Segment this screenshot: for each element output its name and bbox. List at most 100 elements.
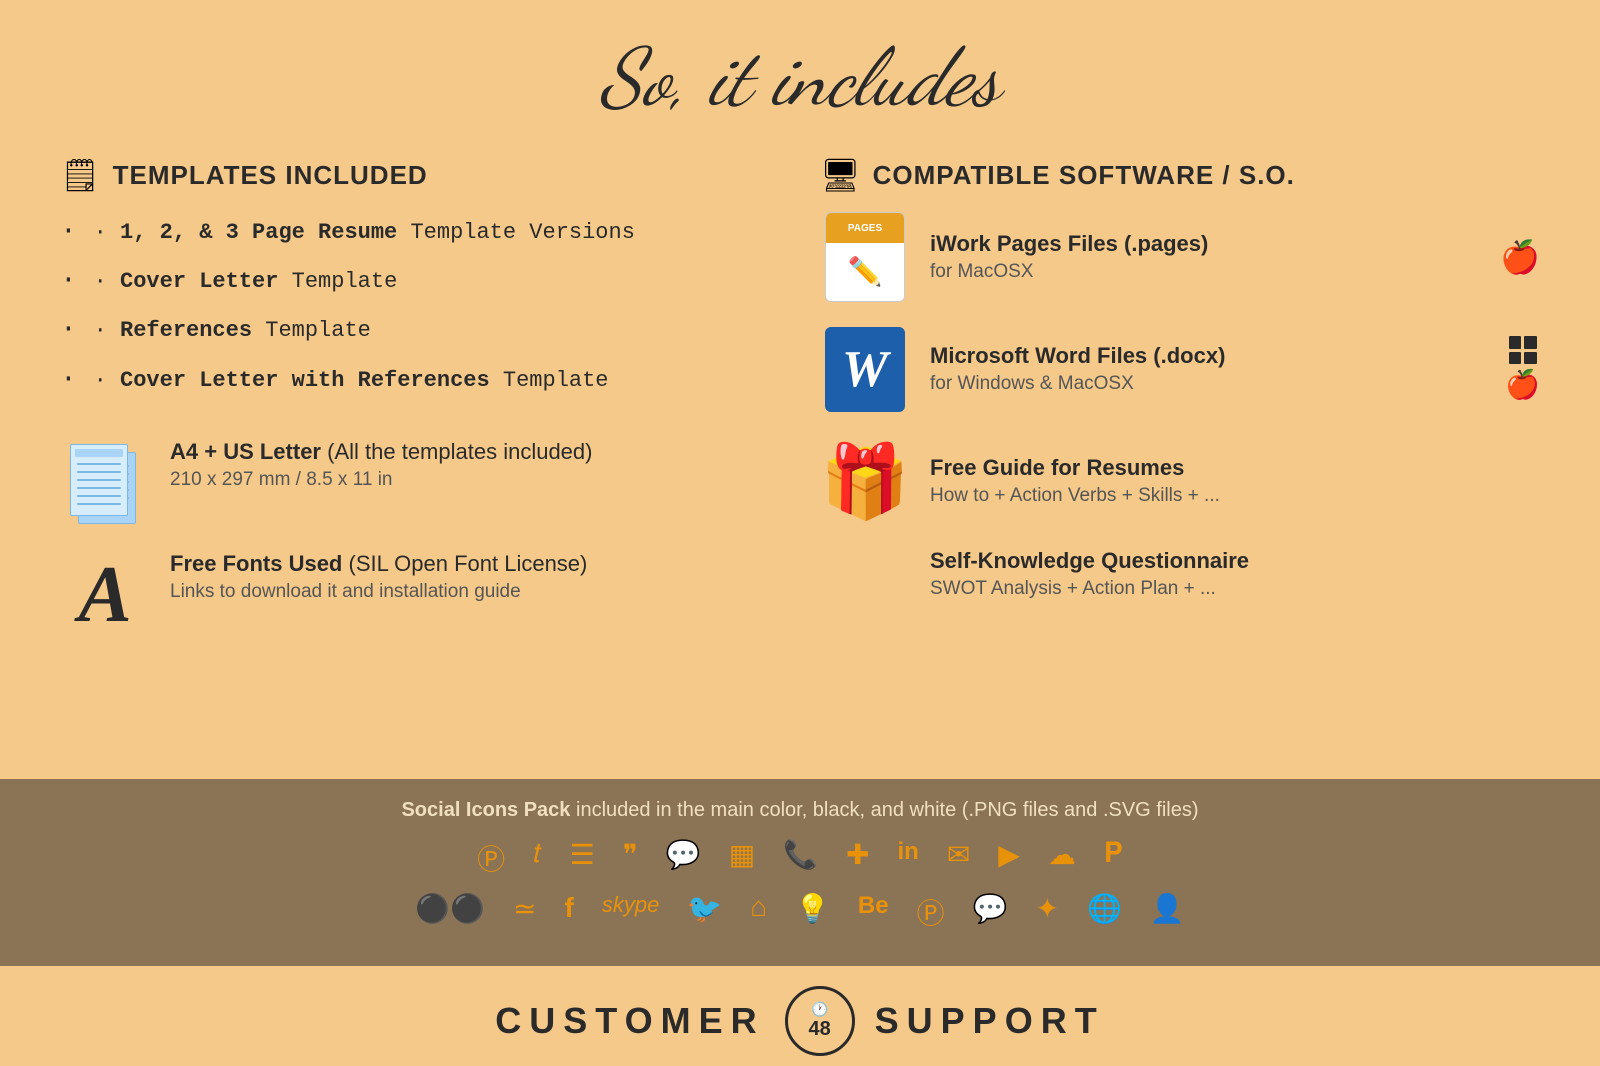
social-icon-chat: 💬 [666,838,701,878]
guide-icon-box: 🎁 [820,436,910,526]
social-icon-bulb: 💡 [795,892,830,932]
guide-item: 🎁 Free Guide for Resumes How to + Action… [820,436,1540,526]
social-icon-twitter: 🐦 [687,892,722,932]
right-column: 🖥 COMPATIBLE SOFTWARE / S.O. PAGES ✏️ iW… [820,156,1540,779]
list-item: · References Template [60,310,780,349]
footer-badge-num: 48 [809,1018,831,1041]
social-icon-pinterest2: 𝐏 [1104,838,1123,878]
left-column: 🗒 TEMPLATES INCLUDED · 1, 2, & 3 Page Re… [60,156,780,779]
win-q2 [1524,336,1537,349]
selfknowledge-desc: SWOT Analysis + Action Plan + ... [930,578,1540,600]
pages-stack [70,444,140,524]
social-icon-phone: 📞 [783,838,818,878]
page-front [70,444,128,516]
iwork-os-icons: 🍎 [1500,238,1540,276]
templates-section-header: 🗒 TEMPLATES INCLUDED [60,156,780,194]
guide-text: Free Guide for Resumes How to + Action V… [930,455,1540,507]
compat-icon: 🖥 [820,156,861,194]
selfknowledge-item: Self-Knowledge Questionnaire SWOT Analys… [820,548,1540,600]
word-desc: for Windows & MacOSX [930,373,1485,395]
list-item: · Cover Letter with References Template [60,360,780,399]
header-title: So, it includes [0,30,1600,126]
page-line [77,479,121,481]
iwork-title: iWork Pages Files (.pages) [930,231,1480,257]
social-icon-youtube: ▶ [998,838,1020,878]
list-item: · Cover Letter Template [60,261,780,300]
page-line [77,471,121,473]
apple-icon-2: 🍎 [1505,368,1540,402]
social-bar-text: Social Icons Pack included in the main c… [60,799,1540,822]
social-icon-behance: Be [858,892,889,932]
social-icon-whatsapp: 💬 [973,892,1008,932]
pages-icon-body: ✏️ [826,243,904,301]
social-icon-quote: ❞ [623,838,638,878]
social-icon-instagram: ▦ [729,838,755,878]
font-feature: A Free Fonts Used (SIL Open Font License… [60,551,780,641]
compat-section-header: 🖥 COMPATIBLE SOFTWARE / S.O. [820,156,1540,194]
social-bold-text: Social Icons Pack [401,799,570,821]
social-icon-globe: 🌐 [1087,892,1122,932]
templates-list: · 1, 2, & 3 Page Resume Template Version… [60,212,780,409]
footer-left-text: CUSTOMER [495,1000,764,1042]
social-icon-pinterest: ☰ [570,838,595,878]
word-item: W Microsoft Word Files (.docx) for Windo… [820,324,1540,414]
word-icon: W [825,327,905,412]
guide-title: Free Guide for Resumes [930,455,1540,481]
social-icons-row-1: Ⓟ 𝑡 ☰ ❞ 💬 ▦ 📞 ✚ in ✉ ▶ ☁ 𝐏 [60,838,1540,878]
social-icon-gplus: ✚ [846,838,869,878]
page-line [77,463,121,465]
footer: CUSTOMER 🕐 48 SUPPORT [0,966,1600,1066]
social-icon-vimeo: Ⓟ [477,838,505,878]
word-text: Microsoft Word Files (.docx) for Windows… [930,343,1485,395]
iwork-item: PAGES ✏️ iWork Pages Files (.pages) for … [820,212,1540,302]
font-desc: Links to download it and installation gu… [170,581,587,603]
font-a-icon: A [65,556,145,636]
word-icon-box: W [820,324,910,414]
social-icon-vimeo2: Ⓟ [917,892,945,932]
social-normal-text: included in the main color, black, and w… [576,799,1199,821]
social-icon-email: ✉ [947,838,970,878]
social-icon-user: 👤 [1150,892,1185,932]
a4-title: A4 + US Letter (All the templates includ… [170,439,592,465]
word-os-icons: 🍎 [1505,336,1540,402]
selfknowledge-text: Self-Knowledge Questionnaire SWOT Analys… [930,548,1540,600]
font-feature-text: Free Fonts Used (SIL Open Font License) … [170,551,587,603]
iwork-text: iWork Pages Files (.pages) for MacOSX [930,231,1480,283]
pages-label: PAGES [848,223,882,234]
win-q1 [1509,336,1522,349]
list-item: · 1, 2, & 3 Page Resume Template Version… [60,212,780,251]
social-icon-home: ⌂ [750,892,767,932]
footer-badge: 🕐 48 [785,986,855,1056]
selfknowledge-title: Self-Knowledge Questionnaire [930,548,1540,574]
social-icon-cloud: ☁ [1048,838,1076,878]
iwork-pages-icon: PAGES ✏️ [825,212,905,302]
social-icon-tumblr: 𝑡 [533,838,541,878]
guide-desc: How to + Action Verbs + Skills + ... [930,485,1540,507]
social-icon-facebook: f [565,892,574,932]
page-line [77,487,121,489]
font-icon-box: A [60,551,150,641]
compat-header-text: COMPATIBLE SOFTWARE / S.O. [873,160,1295,191]
a4-desc: 210 x 297 mm / 8.5 x 11 in [170,469,592,491]
templates-header-text: TEMPLATES INCLUDED [113,160,428,191]
content-area: 🗒 TEMPLATES INCLUDED · 1, 2, & 3 Page Re… [0,146,1600,779]
footer-right-text: SUPPORT [875,1000,1105,1042]
page-line [77,495,121,497]
win-q3 [1509,352,1522,365]
a4-feature: A4 + US Letter (All the templates includ… [60,439,780,529]
social-icons-row-2: ⚫⚫ ≃ f skype 🐦 ⌂ 💡 Be Ⓟ 💬 ✦ 🌐 👤 [60,892,1540,932]
a4-icon-box [60,439,150,529]
word-w-letter: W [842,340,888,399]
iwork-desc: for MacOSX [930,261,1480,283]
gift-icon: 🎁 [820,439,910,524]
social-bar: Social Icons Pack included in the main c… [0,779,1600,966]
apple-icon: 🍎 [1500,238,1540,276]
header: So, it includes [0,0,1600,146]
main-container: So, it includes 🗒 TEMPLATES INCLUDED · 1… [0,0,1600,1066]
word-title: Microsoft Word Files (.docx) [930,343,1485,369]
social-icon-linkedin: in [898,838,919,878]
social-icon-skype: skype [602,892,659,932]
templates-icon: 🗒 [60,156,101,194]
social-icon-rss: ≃ [513,892,536,932]
page-header-bar [75,449,123,457]
